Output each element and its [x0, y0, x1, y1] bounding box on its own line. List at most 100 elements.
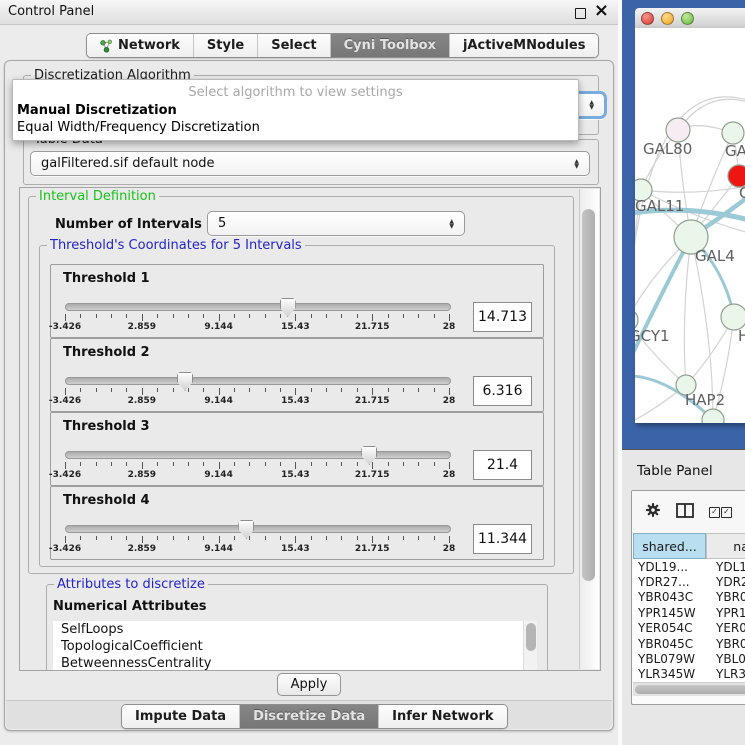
table-cell[interactable]: YER054C — [711, 621, 745, 635]
bottom-tab-impute-data[interactable]: Impute Data — [122, 705, 240, 728]
table-row[interactable]: YBL079WYBL079W — [633, 651, 745, 666]
table-cell[interactable]: YDR27... — [633, 575, 711, 589]
tab-label: Infer Network — [392, 709, 493, 724]
table-row[interactable]: YER054CYER054C — [633, 621, 745, 636]
network-node[interactable] — [666, 118, 690, 142]
table-cell[interactable]: YPR145W — [711, 606, 745, 620]
select-attributes-icon[interactable]: ✓✓ — [709, 507, 732, 518]
table-cell[interactable]: YDR27... — [711, 575, 745, 589]
threshold-slider-track[interactable] — [65, 303, 451, 311]
attribute-list-item[interactable]: TopologicalCoefficient — [53, 638, 537, 655]
table-row[interactable]: YPR145WYPR145W — [633, 605, 745, 620]
table-cell[interactable]: YBR043C — [633, 590, 711, 604]
node-label: GAL4 — [695, 247, 735, 265]
interval-definition-group: Interval Definition Number of Intervals … — [28, 196, 574, 574]
threshold-slider-track[interactable] — [65, 525, 451, 533]
tab-label: Network — [118, 38, 180, 53]
tab-cyni-toolbox[interactable]: Cyni Toolbox — [331, 34, 450, 57]
table-cell[interactable]: YBR043C — [711, 590, 745, 604]
threshold-box-1: Threshold 1-3.4262.8599.14415.4321.71528… — [50, 264, 544, 338]
network-node[interactable] — [722, 122, 744, 144]
table-data-select[interactable]: galFiltered.sif default node ▲▼ — [30, 151, 590, 176]
table-cell[interactable]: YLR345W — [633, 667, 711, 681]
column-header-name[interactable]: name — [706, 533, 745, 559]
table-row[interactable]: YDL19...YDL19... — [633, 559, 745, 574]
algorithm-hint: Select algorithm to view settings — [13, 85, 578, 100]
table-cell[interactable]: YLR345W — [711, 667, 745, 681]
algorithm-option-equal-width[interactable]: Equal Width/Frequency Discretization — [17, 120, 260, 135]
network-icon — [100, 39, 113, 53]
split-columns-icon[interactable] — [676, 503, 694, 522]
tab-label: Impute Data — [135, 709, 226, 724]
table-data-group: Table Data galFiltered.sif default node … — [23, 139, 599, 185]
slider-tick-labels: -3.4262.8599.14415.4321.71528 — [65, 322, 449, 334]
list-scrollbar[interactable] — [523, 621, 537, 670]
bottom-tab-discretize-data[interactable]: Discretize Data — [240, 705, 379, 728]
node-label: C — [739, 184, 745, 202]
number-of-intervals-value: 5 — [218, 216, 226, 231]
number-of-intervals-select[interactable]: 5 ▲▼ — [207, 211, 465, 236]
network-window-titlebar[interactable] — [635, 8, 745, 29]
threshold-value-field[interactable]: 14.713 — [473, 302, 532, 332]
attribute-list-item[interactable]: SelfLoops — [53, 621, 537, 638]
zoom-window-icon[interactable] — [681, 12, 694, 25]
number-of-intervals-label: Number of Intervals — [55, 217, 202, 232]
table-row[interactable]: YDR27...YDR27... — [633, 574, 745, 589]
node-label: HAP2 — [685, 391, 725, 409]
close-window-icon[interactable] — [641, 12, 654, 25]
slider-tick-labels: -3.4262.8599.14415.4321.71528 — [65, 544, 449, 556]
tab-jactivemnodules[interactable]: jActiveMNodules — [450, 34, 599, 57]
tab-network[interactable]: Network — [87, 34, 194, 57]
threshold-value-field[interactable]: 11.344 — [473, 524, 532, 554]
hscrollbar-thumb[interactable] — [635, 685, 745, 694]
bottom-tab-infer-network[interactable]: Infer Network — [379, 705, 506, 728]
network-canvas[interactable]: GAL80GACGAL11GAL4GCY1HHAP2 — [635, 28, 745, 423]
table-cell[interactable]: YBR045C — [633, 637, 711, 651]
thresholds-group: Threshold's Coordinates for 5 Intervals … — [39, 245, 555, 567]
network-edge-highlighted[interactable] — [635, 237, 691, 370]
thresholds-group-title: Threshold's Coordinates for 5 Intervals — [47, 238, 305, 253]
table-cell[interactable]: YPR145W — [633, 606, 711, 620]
table-cell[interactable]: YBL079W — [633, 652, 711, 666]
attributes-group-title: Attributes to discretize — [54, 577, 208, 592]
network-edge[interactable] — [684, 237, 691, 385]
scrollbar-thumb[interactable] — [582, 209, 595, 581]
node-label: GA — [725, 142, 745, 160]
network-edge[interactable] — [641, 186, 745, 192]
numerical-attributes-list[interactable]: SelfLoopsTopologicalCoefficientBetweenne… — [53, 621, 537, 670]
threshold-label: Threshold 2 — [63, 345, 150, 360]
table-hscrollbar[interactable] — [633, 682, 745, 696]
tab-style[interactable]: Style — [194, 34, 258, 57]
close-panel-icon[interactable]: × — [594, 1, 609, 21]
table-row[interactable]: YLR345WYLR345W — [633, 667, 745, 682]
apply-button[interactable]: Apply — [277, 673, 341, 696]
bottom-tabstrip: Impute Data Discretize Data Infer Network — [121, 704, 508, 729]
threshold-box-4: Threshold 4 -3.4262.8599.14415.4321.71528… — [50, 486, 544, 560]
gear-icon[interactable] — [645, 502, 661, 522]
table-data-value: galFiltered.sif default node — [41, 156, 215, 171]
threshold-value-field[interactable]: 6.316 — [473, 376, 532, 406]
threshold-value-field[interactable]: 21.4 — [473, 450, 532, 480]
threshold-slider-track[interactable] — [65, 377, 451, 385]
threshold-slider-track[interactable] — [65, 451, 451, 459]
tab-label: Select — [271, 38, 316, 53]
algorithm-option-manual[interactable]: Manual Discretization — [17, 103, 177, 118]
table-row[interactable]: YBR043CYBR043C — [633, 590, 745, 605]
minimize-window-icon[interactable] — [661, 12, 674, 25]
table-cell[interactable]: YBL079W — [711, 652, 745, 666]
table-cell[interactable]: YDL19... — [711, 560, 745, 574]
settings-scrollbar[interactable] — [579, 189, 599, 669]
slider-ticks — [65, 388, 449, 396]
table-row[interactable]: YBR045CYBR045C — [633, 636, 745, 651]
tab-select[interactable]: Select — [258, 34, 330, 57]
table-cell[interactable]: YBR045C — [711, 637, 745, 651]
column-header-shared[interactable]: shared... — [633, 533, 706, 559]
table-cell[interactable]: YDL19... — [633, 560, 711, 574]
combo-arrows-icon: ▲▼ — [566, 159, 579, 169]
float-panel-icon[interactable] — [575, 8, 586, 19]
attribute-list-item[interactable]: BetweennessCentrality — [53, 655, 537, 670]
table-cell[interactable]: YER054C — [633, 621, 711, 635]
threshold-label: Threshold 4 — [63, 493, 150, 508]
node-label: H — [738, 327, 745, 345]
slider-tick-labels: -3.4262.8599.14415.4321.71528 — [65, 396, 449, 408]
